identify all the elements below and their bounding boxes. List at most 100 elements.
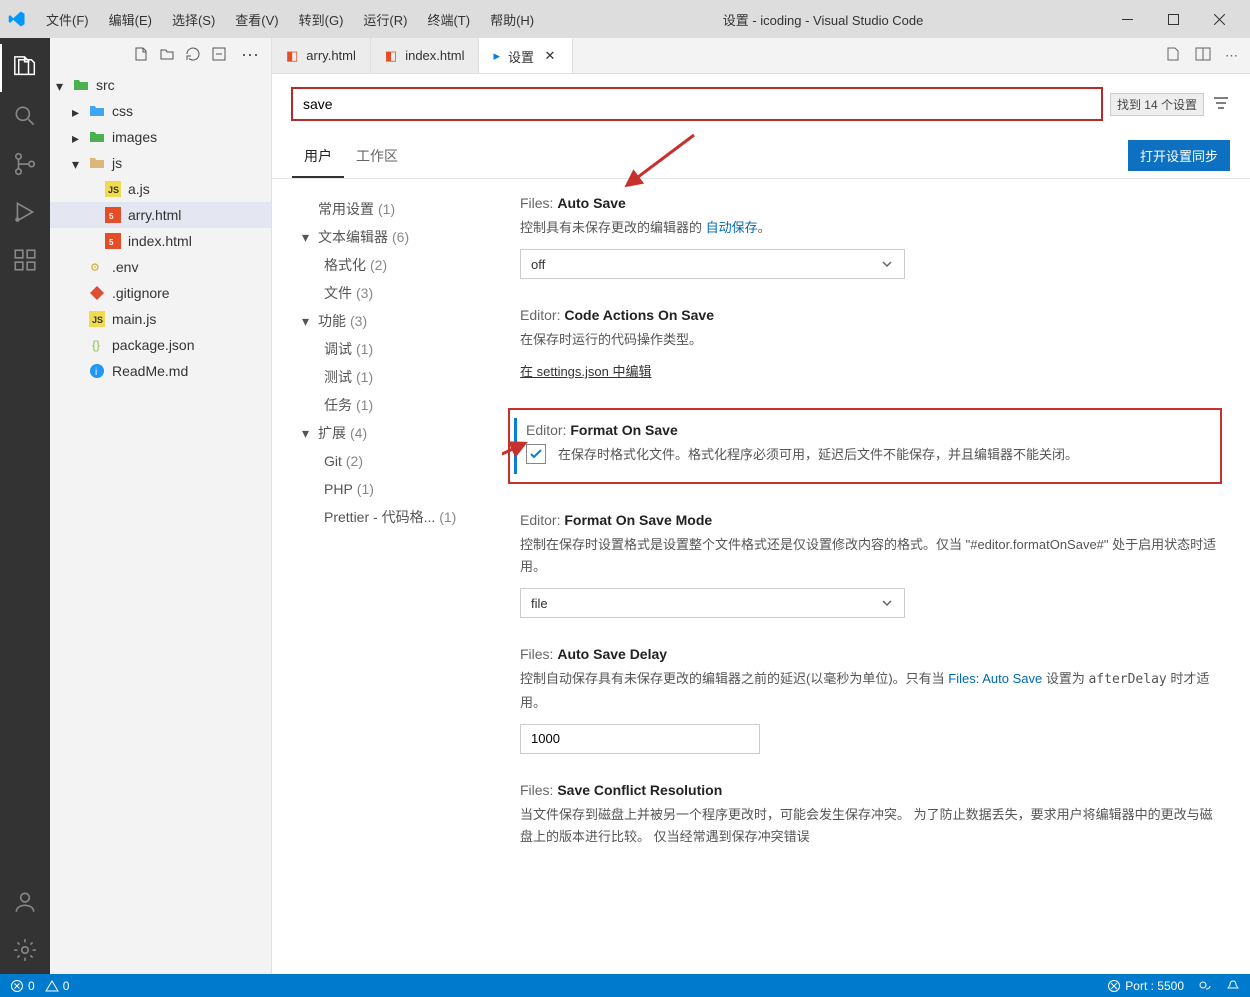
tree-item-arry-html[interactable]: 5arry.html — [50, 202, 271, 228]
setting-label: Editor: Format On Save — [526, 422, 1208, 438]
tree-item-css[interactable]: ▸css — [50, 98, 271, 124]
format-on-save-checkbox[interactable] — [526, 444, 546, 464]
toc-count: (1) — [439, 509, 456, 525]
toc-item[interactable]: 测试(1) — [302, 363, 502, 391]
menu-edit[interactable]: 编辑(E) — [101, 6, 160, 33]
toc-item[interactable]: ▾扩展(4) — [302, 419, 502, 447]
activity-explorer[interactable] — [0, 44, 50, 92]
scope-workspace-tab[interactable]: 工作区 — [344, 138, 410, 178]
open-settings-sync-button[interactable]: 打开设置同步 — [1128, 140, 1230, 171]
menu-selection[interactable]: 选择(S) — [164, 6, 223, 33]
split-editor-icon[interactable] — [1195, 46, 1211, 65]
setting-label: Editor: Code Actions On Save — [520, 307, 1222, 323]
menu-file[interactable]: 文件(F) — [38, 6, 97, 33]
toc-item[interactable]: 常用设置(1) — [302, 195, 502, 223]
checkmark-icon — [529, 447, 543, 461]
setting-description: 在保存时运行的代码操作类型。 — [520, 329, 1222, 351]
tree-item-a-js[interactable]: JSa.js — [50, 176, 271, 202]
toc-item[interactable]: 文件(3) — [302, 279, 502, 307]
scope-user-tab[interactable]: 用户 — [292, 138, 344, 178]
chevron-down-icon: ▾ — [302, 313, 316, 330]
new-folder-icon[interactable] — [159, 46, 175, 65]
menu-run[interactable]: 运行(R) — [355, 6, 415, 33]
html-icon: ◧ — [385, 48, 397, 64]
close-button[interactable] — [1196, 4, 1242, 34]
status-warnings[interactable]: 0 — [45, 979, 70, 993]
chevron-down-icon — [880, 596, 894, 610]
toc-item[interactable]: 格式化(2) — [302, 251, 502, 279]
collapse-icon[interactable] — [211, 46, 227, 65]
tree-item-index-html[interactable]: 5index.html — [50, 228, 271, 254]
menu-terminal[interactable]: 终端(T) — [419, 6, 478, 33]
edit-in-settings-json-link[interactable]: 在 settings.json 中编辑 — [520, 361, 1222, 380]
settings-header: 找到 14 个设置 — [272, 74, 1250, 130]
auto-save-delay-input[interactable] — [520, 724, 760, 754]
tree-item-package-json[interactable]: {}package.json — [50, 332, 271, 358]
toc-item[interactable]: 调试(1) — [302, 335, 502, 363]
status-bell-icon[interactable] — [1226, 979, 1240, 993]
title-bar: 文件(F) 编辑(E) 选择(S) 查看(V) 转到(G) 运行(R) 终端(T… — [0, 0, 1250, 38]
open-settings-json-icon[interactable] — [1165, 46, 1181, 65]
toc-item[interactable]: 任务(1) — [302, 391, 502, 419]
html-file-icon: 5 — [104, 232, 122, 250]
tree-item--env[interactable]: ⚙.env — [50, 254, 271, 280]
tree-item-src[interactable]: ▾src — [50, 72, 271, 98]
status-errors[interactable]: 0 — [10, 979, 35, 993]
toc-label: 功能 — [318, 311, 346, 331]
activity-search[interactable] — [0, 92, 50, 140]
toc-item[interactable]: Prettier - 代码格...(1) — [302, 503, 502, 531]
activity-settings[interactable] — [0, 926, 50, 974]
folder-green-icon — [88, 128, 106, 146]
close-icon[interactable]: ✕ — [542, 48, 558, 64]
window-title: 设置 - icoding - Visual Studio Code — [542, 10, 1104, 29]
tree-item-ReadMe-md[interactable]: iReadMe.md — [50, 358, 271, 384]
window-controls — [1104, 4, 1242, 34]
auto-save-select[interactable]: off — [520, 249, 905, 279]
menu-view[interactable]: 查看(V) — [227, 6, 286, 33]
refresh-icon[interactable] — [185, 46, 201, 65]
tab-arry-html[interactable]: ◧ arry.html — [272, 38, 371, 73]
tab-index-html[interactable]: ◧ index.html — [371, 38, 480, 73]
tree-item--gitignore[interactable]: .gitignore — [50, 280, 271, 306]
file-tree: ▾src▸css▸images▾jsJSa.js5arry.html5index… — [50, 72, 271, 392]
status-live-server[interactable]: Port : 5500 — [1107, 979, 1184, 993]
activity-accounts[interactable] — [0, 878, 50, 926]
auto-save-link[interactable]: 自动保存 — [706, 220, 758, 235]
format-on-save-mode-select[interactable]: file — [520, 588, 905, 618]
chevron-right-icon: ▸ — [72, 130, 86, 144]
toc-label: PHP — [324, 481, 353, 497]
more-icon[interactable]: ⋯ — [1225, 48, 1238, 64]
tree-item-js[interactable]: ▾js — [50, 150, 271, 176]
settings-search-input[interactable] — [303, 89, 1091, 119]
setting-description: 控制具有未保存更改的编辑器的 自动保存。 — [520, 217, 1222, 239]
setting-label: Editor: Format On Save Mode — [520, 512, 1222, 528]
toc-label: 文件 — [324, 283, 352, 303]
chevron-down-icon: ▾ — [72, 156, 86, 170]
minimize-button[interactable] — [1104, 4, 1150, 34]
tab-settings[interactable]: ▸ 设置 ✕ — [479, 38, 573, 73]
toc-item[interactable]: Git(2) — [302, 447, 502, 475]
setting-label: Files: Auto Save — [520, 195, 1222, 211]
toc-item[interactable]: ▾功能(3) — [302, 307, 502, 335]
more-icon[interactable]: ⋯ — [237, 45, 263, 66]
menu-help[interactable]: 帮助(H) — [482, 6, 542, 33]
tree-item-main-js[interactable]: JSmain.js — [50, 306, 271, 332]
menu-go[interactable]: 转到(G) — [291, 6, 352, 33]
status-feedback-icon[interactable] — [1198, 979, 1212, 993]
toc-item[interactable]: ▾文本编辑器(6) — [302, 223, 502, 251]
toc-item[interactable]: PHP(1) — [302, 475, 502, 503]
svg-text:i: i — [95, 367, 97, 378]
new-file-icon[interactable] — [133, 46, 149, 65]
settings-list[interactable]: Files: Auto Save 控制具有未保存更改的编辑器的 自动保存。 of… — [502, 179, 1250, 974]
filter-icon[interactable] — [1212, 94, 1230, 115]
setting-format-on-save-mode: Editor: Format On Save Mode 控制在保存时设置格式是设… — [508, 512, 1222, 618]
activity-source-control[interactable] — [0, 140, 50, 188]
maximize-button[interactable] — [1150, 4, 1196, 34]
tree-item-images[interactable]: ▸images — [50, 124, 271, 150]
activity-extensions[interactable] — [0, 236, 50, 284]
settings-tab-icon: ▸ — [493, 48, 500, 64]
files-auto-save-link[interactable]: Files: Auto Save — [948, 671, 1042, 686]
svg-text:⚙: ⚙ — [90, 262, 100, 274]
activity-run[interactable] — [0, 188, 50, 236]
editor-tabs: ◧ arry.html ◧ index.html ▸ 设置 ✕ ⋯ — [272, 38, 1250, 74]
